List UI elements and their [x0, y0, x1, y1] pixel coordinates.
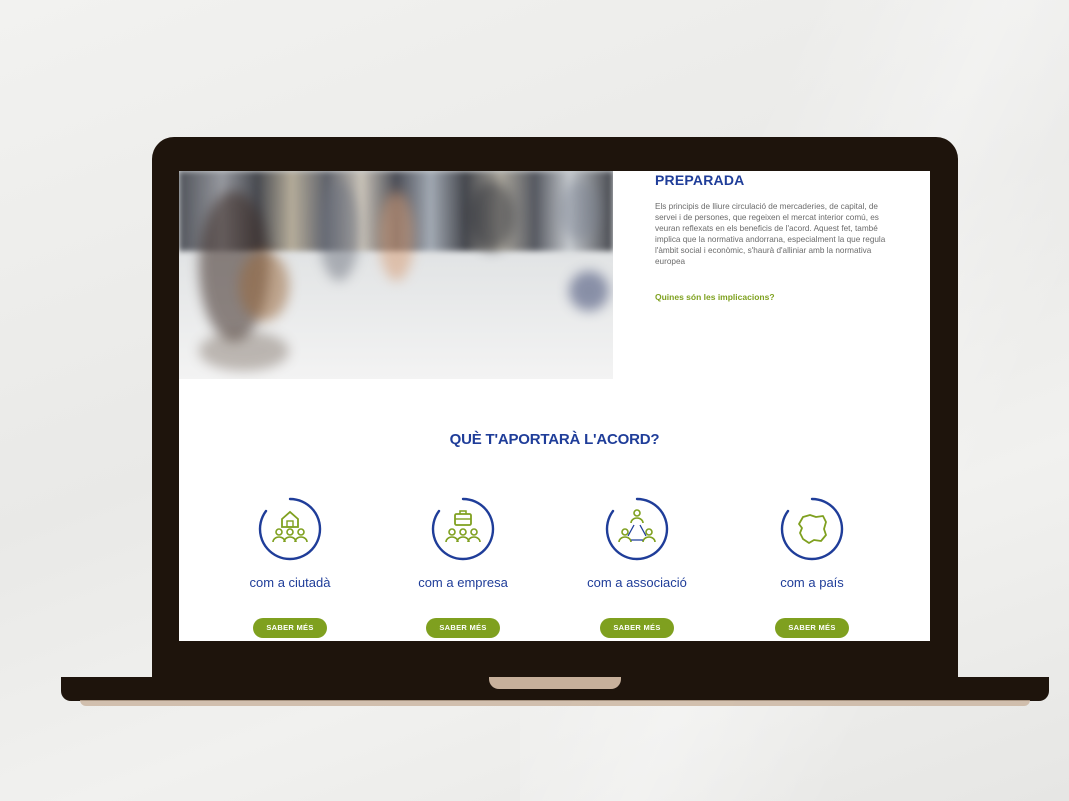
- network-people-icon: [604, 496, 670, 562]
- laptop-screen: PREPARADA Els principis de lliure circul…: [179, 171, 930, 641]
- implications-link[interactable]: Quines són les implicacions?: [655, 292, 775, 302]
- house-people-icon: [257, 496, 323, 562]
- photo-figure: [469, 181, 514, 251]
- saber-mes-button[interactable]: SABER MÉS: [253, 618, 327, 638]
- briefcase-people-icon: [430, 496, 496, 562]
- photo-figure: [379, 191, 414, 281]
- saber-mes-button[interactable]: SABER MÉS: [775, 618, 849, 638]
- benefit-label: com a empresa: [418, 575, 508, 590]
- photo-figure: [199, 331, 289, 371]
- benefits-title: QUÈ T'APORTARÀ L'ACORD?: [449, 431, 660, 448]
- benefit-card-associacio: com a associació SABER MÉS: [557, 496, 717, 638]
- saber-mes-button[interactable]: SABER MÉS: [600, 618, 674, 638]
- section-paragraph: Els principis de lliure circulació de me…: [655, 202, 886, 266]
- photo-figure: [569, 271, 609, 311]
- laptop-base-edge: [80, 700, 1030, 706]
- photo-figure: [319, 181, 359, 281]
- country-map-icon: [779, 496, 845, 562]
- laptop-notch: [489, 677, 621, 689]
- benefit-label: com a associació: [587, 575, 687, 590]
- photo-figure: [559, 181, 599, 241]
- benefit-label: com a país: [780, 575, 844, 590]
- photo-figure: [239, 251, 289, 321]
- section-title: PREPARADA: [655, 172, 745, 188]
- benefit-card-pais: com a país SABER MÉS: [732, 496, 892, 638]
- benefit-label: com a ciutadà: [249, 575, 331, 590]
- benefit-card-empresa: com a empresa SABER MÉS: [383, 496, 543, 638]
- crowd-photo: [179, 171, 613, 379]
- saber-mes-button[interactable]: SABER MÉS: [426, 618, 500, 638]
- benefit-card-ciutada: com a ciutadà SABER MÉS: [210, 496, 370, 638]
